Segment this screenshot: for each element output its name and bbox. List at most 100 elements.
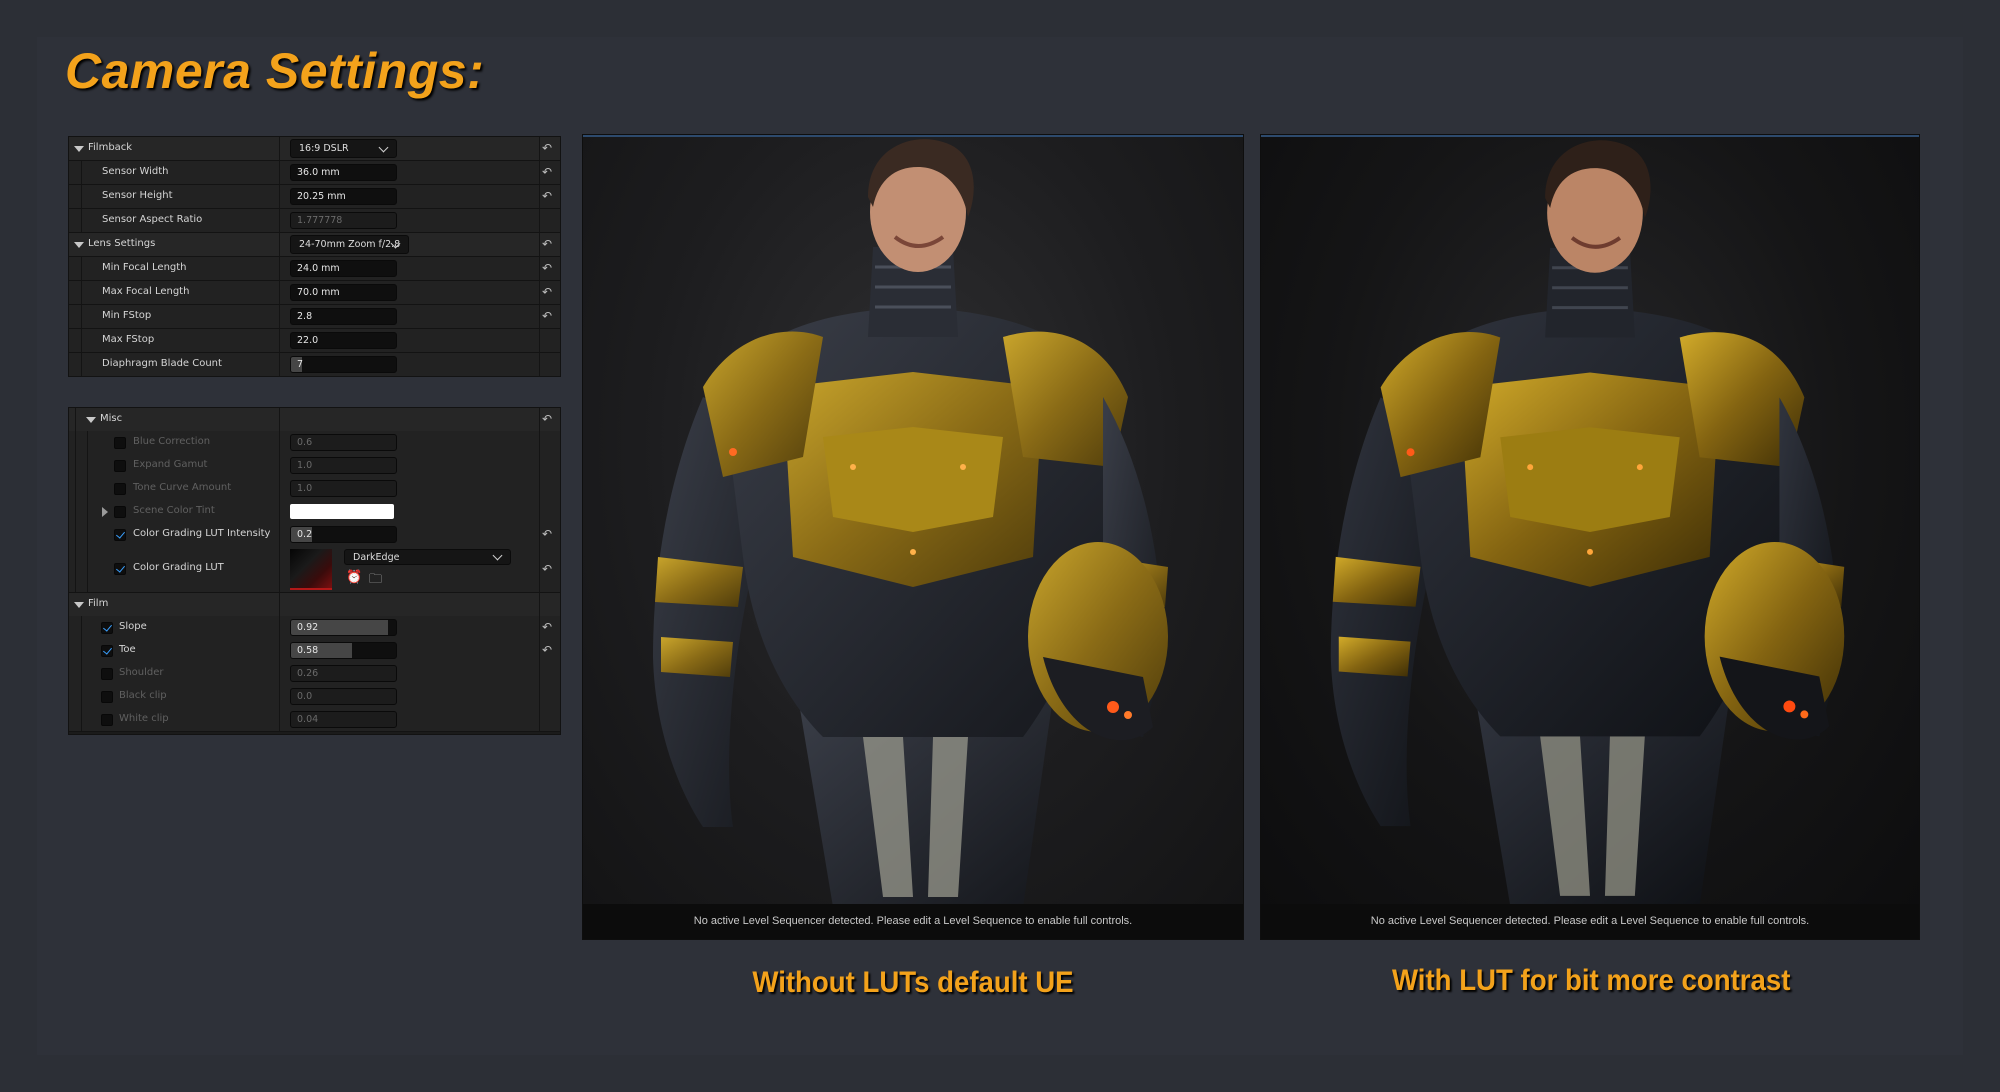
expand-arrow-icon[interactable] bbox=[74, 242, 84, 248]
reset-arrow-icon[interactable]: ↶ bbox=[542, 413, 552, 425]
expand-arrow-icon[interactable] bbox=[74, 602, 84, 608]
chevron-down-icon bbox=[378, 142, 389, 153]
expand-gamut-field: 1.0 bbox=[290, 457, 397, 474]
white-clip-value: 0.04 bbox=[297, 714, 319, 725]
reset-arrow-icon[interactable]: ↶ bbox=[542, 644, 552, 656]
sensor-width-row: Sensor Width 36.0 mm ↶ bbox=[69, 161, 560, 185]
checkbox-icon[interactable] bbox=[114, 529, 126, 541]
reset-arrow-icon[interactable]: ↶ bbox=[542, 528, 552, 540]
lut-dropdown[interactable]: DarkEdge bbox=[344, 549, 511, 565]
camera-details-panel: Filmback 16:9 DSLR ↶ Sensor Width 36.0 m… bbox=[68, 136, 561, 377]
lut-intensity-label: Color Grading LUT Intensity bbox=[133, 528, 271, 539]
shoulder-value: 0.26 bbox=[297, 668, 319, 679]
tone-curve-row: Tone Curve Amount 1.0 bbox=[69, 477, 560, 501]
page-title: Camera Settings: bbox=[65, 43, 485, 99]
reset-arrow-icon[interactable]: ↶ bbox=[542, 563, 552, 575]
find-in-content-icon[interactable]: 🗀 bbox=[369, 570, 382, 592]
expand-gamut-value: 1.0 bbox=[297, 460, 313, 471]
expand-arrow-icon[interactable] bbox=[86, 417, 96, 423]
min-fstop-row: Min FStop 2.8 ↶ bbox=[69, 305, 560, 329]
toe-row: Toe 0.58 ↶ bbox=[69, 639, 560, 663]
lens-settings-label: Lens Settings bbox=[88, 238, 156, 249]
toe-value: 0.58 bbox=[297, 645, 319, 656]
shoulder-field: 0.26 bbox=[290, 665, 397, 682]
reset-arrow-icon[interactable]: ↶ bbox=[542, 310, 552, 322]
reset-arrow-icon[interactable]: ↶ bbox=[542, 621, 552, 633]
slope-value: 0.92 bbox=[297, 622, 319, 633]
reset-arrow-icon[interactable]: ↶ bbox=[542, 190, 552, 202]
reset-arrow-icon[interactable]: ↶ bbox=[542, 166, 552, 178]
blade-count-slider[interactable]: 7 bbox=[290, 356, 397, 373]
sensor-height-label: Sensor Height bbox=[102, 190, 173, 201]
blue-correction-value: 0.6 bbox=[297, 437, 313, 448]
reset-arrow-icon[interactable]: ↶ bbox=[542, 142, 552, 154]
tone-curve-value: 1.0 bbox=[297, 483, 313, 494]
chevron-down-icon bbox=[492, 550, 503, 561]
sensor-width-label: Sensor Width bbox=[102, 166, 169, 177]
checkbox-icon[interactable] bbox=[114, 460, 126, 472]
min-fstop-label: Min FStop bbox=[102, 310, 152, 321]
misc-row[interactable]: Misc ↶ bbox=[69, 408, 560, 432]
sensor-height-row: Sensor Height 20.25 mm ↶ bbox=[69, 185, 560, 209]
checkbox-icon[interactable] bbox=[101, 645, 113, 657]
max-fstop-field[interactable]: 22.0 bbox=[290, 332, 397, 349]
tone-curve-field: 1.0 bbox=[290, 480, 397, 497]
lut-value: DarkEdge bbox=[353, 552, 400, 563]
max-focal-field[interactable]: 70.0 mm bbox=[290, 284, 397, 301]
expand-arrow-icon[interactable] bbox=[74, 146, 84, 152]
min-focal-field[interactable]: 24.0 mm bbox=[290, 260, 397, 277]
blade-count-row: Diaphragm Blade Count 7 bbox=[69, 353, 560, 377]
reset-arrow-icon[interactable]: ↶ bbox=[542, 262, 552, 274]
lens-value: 24-70mm Zoom f/2.8 bbox=[299, 239, 401, 250]
filmback-value: 16:9 DSLR bbox=[299, 143, 349, 154]
lens-dropdown[interactable]: 24-70mm Zoom f/2.8 bbox=[290, 235, 409, 254]
toe-label: Toe bbox=[119, 644, 136, 655]
viewport-with-lut[interactable]: No active Level Sequencer detected. Plea… bbox=[1260, 134, 1920, 940]
browse-asset-icon[interactable]: ⏰ bbox=[346, 570, 362, 585]
black-clip-label: Black clip bbox=[119, 690, 167, 701]
checkbox-icon[interactable] bbox=[114, 563, 126, 575]
sensor-width-field[interactable]: 36.0 mm bbox=[290, 164, 397, 181]
lut-intensity-slider[interactable]: 0.2 bbox=[290, 526, 397, 543]
scene-tint-row: Scene Color Tint bbox=[69, 500, 560, 524]
max-fstop-row: Max FStop 22.0 bbox=[69, 329, 560, 353]
expand-arrow-icon[interactable] bbox=[102, 507, 108, 517]
blue-correction-row: Blue Correction 0.6 bbox=[69, 431, 560, 455]
viewport-without-lut[interactable]: No active Level Sequencer detected. Plea… bbox=[582, 134, 1244, 940]
white-clip-row: White clip 0.04 bbox=[69, 708, 560, 732]
sensor-height-field[interactable]: 20.25 mm bbox=[290, 188, 397, 205]
scene-tint-swatch[interactable] bbox=[290, 504, 394, 519]
sensor-aspect-label: Sensor Aspect Ratio bbox=[102, 214, 203, 225]
min-fstop-field[interactable]: 2.8 bbox=[290, 308, 397, 325]
min-focal-label: Min Focal Length bbox=[102, 262, 187, 273]
filmback-dropdown[interactable]: 16:9 DSLR bbox=[290, 139, 397, 158]
max-focal-row: Max Focal Length 70.0 mm ↶ bbox=[69, 281, 560, 305]
film-label: Film bbox=[88, 598, 109, 609]
film-row[interactable]: Film bbox=[69, 593, 560, 617]
max-focal-label: Max Focal Length bbox=[102, 286, 190, 297]
checkbox-icon[interactable] bbox=[101, 714, 113, 726]
filmback-row[interactable]: Filmback 16:9 DSLR ↶ bbox=[69, 137, 560, 161]
caption-with-lut: With LUT for bit more contrast bbox=[1392, 964, 1791, 997]
lens-settings-row[interactable]: Lens Settings 24-70mm Zoom f/2.8 ↶ bbox=[69, 233, 560, 257]
filmback-label: Filmback bbox=[88, 142, 133, 153]
max-fstop-label: Max FStop bbox=[102, 334, 155, 345]
post-process-panel: Misc ↶ Blue Correction 0.6 Expand Gamut … bbox=[68, 407, 561, 735]
shoulder-label: Shoulder bbox=[119, 667, 164, 678]
checkbox-icon[interactable] bbox=[114, 506, 126, 518]
toe-slider[interactable]: 0.58 bbox=[290, 642, 397, 659]
lut-row: Color Grading LUT DarkEdge ⏰ 🗀 ↶ bbox=[69, 546, 560, 593]
reset-arrow-icon[interactable]: ↶ bbox=[542, 238, 552, 250]
checkbox-icon[interactable] bbox=[101, 668, 113, 680]
white-clip-field: 0.04 bbox=[290, 711, 397, 728]
checkbox-icon[interactable] bbox=[114, 483, 126, 495]
checkbox-icon[interactable] bbox=[101, 622, 113, 634]
slope-row: Slope 0.92 ↶ bbox=[69, 616, 560, 640]
black-clip-row: Black clip 0.0 bbox=[69, 685, 560, 709]
lut-thumbnail-icon[interactable] bbox=[290, 549, 332, 590]
checkbox-icon[interactable] bbox=[101, 691, 113, 703]
checkbox-icon[interactable] bbox=[114, 437, 126, 449]
slope-slider[interactable]: 0.92 bbox=[290, 619, 397, 636]
caption-without-lut: Without LUTs default UE bbox=[752, 966, 1074, 999]
reset-arrow-icon[interactable]: ↶ bbox=[542, 286, 552, 298]
